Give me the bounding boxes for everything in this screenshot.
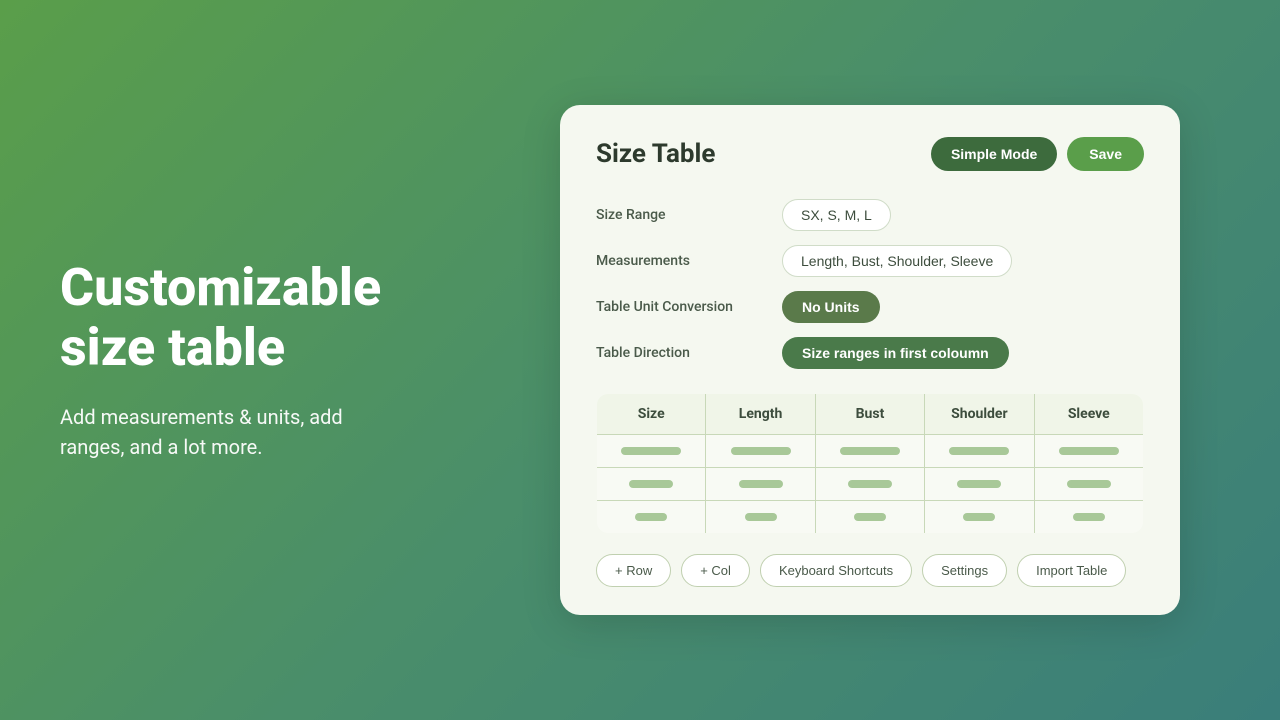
table-direction-button[interactable]: Size ranges in first coloumn xyxy=(782,337,1009,369)
card-title: Size Table xyxy=(596,139,715,169)
table-unit-row: Table Unit Conversion No Units xyxy=(596,291,1144,323)
table-toolbar: + Row + Col Keyboard Shortcuts Settings … xyxy=(596,554,1144,587)
right-panel: Size Table Simple Mode Save Size Range S… xyxy=(460,85,1280,635)
header-buttons: Simple Mode Save xyxy=(931,137,1144,171)
add-row-button[interactable]: + Row xyxy=(596,554,671,587)
col-bust: Bust xyxy=(815,394,924,435)
settings-button[interactable]: Settings xyxy=(922,554,1007,587)
save-button[interactable]: Save xyxy=(1067,137,1144,171)
card: Size Table Simple Mode Save Size Range S… xyxy=(560,105,1180,615)
table-unit-label: Table Unit Conversion xyxy=(596,299,766,315)
add-col-button[interactable]: + Col xyxy=(681,554,750,587)
size-table: Size Length Bust Shoulder Sleeve xyxy=(596,393,1144,534)
col-length: Length xyxy=(706,394,815,435)
size-range-label: Size Range xyxy=(596,207,766,223)
table-row xyxy=(597,435,1144,468)
import-table-button[interactable]: Import Table xyxy=(1017,554,1126,587)
col-shoulder: Shoulder xyxy=(925,394,1034,435)
size-range-row: Size Range SX, S, M, L xyxy=(596,199,1144,231)
col-size: Size xyxy=(597,394,706,435)
col-sleeve: Sleeve xyxy=(1034,394,1143,435)
table-row xyxy=(597,501,1144,534)
table-direction-row: Table Direction Size ranges in first col… xyxy=(596,337,1144,369)
table-header-row: Size Length Bust Shoulder Sleeve xyxy=(597,394,1144,435)
size-range-input[interactable]: SX, S, M, L xyxy=(782,199,891,231)
keyboard-shortcuts-button[interactable]: Keyboard Shortcuts xyxy=(760,554,912,587)
table-unit-button[interactable]: No Units xyxy=(782,291,880,323)
headline: Customizable size table xyxy=(60,258,400,378)
table-direction-label: Table Direction xyxy=(596,345,766,361)
description: Add measurements & units, add ranges, an… xyxy=(60,402,400,462)
left-panel: Customizable size table Add measurements… xyxy=(0,198,460,522)
measurements-row: Measurements Length, Bust, Shoulder, Sle… xyxy=(596,245,1144,277)
simple-mode-button[interactable]: Simple Mode xyxy=(931,137,1057,171)
table-row xyxy=(597,468,1144,501)
form-section: Size Range SX, S, M, L Measurements Leng… xyxy=(596,199,1144,369)
card-header: Size Table Simple Mode Save xyxy=(596,137,1144,171)
measurements-label: Measurements xyxy=(596,253,766,269)
measurements-input[interactable]: Length, Bust, Shoulder, Sleeve xyxy=(782,245,1012,277)
